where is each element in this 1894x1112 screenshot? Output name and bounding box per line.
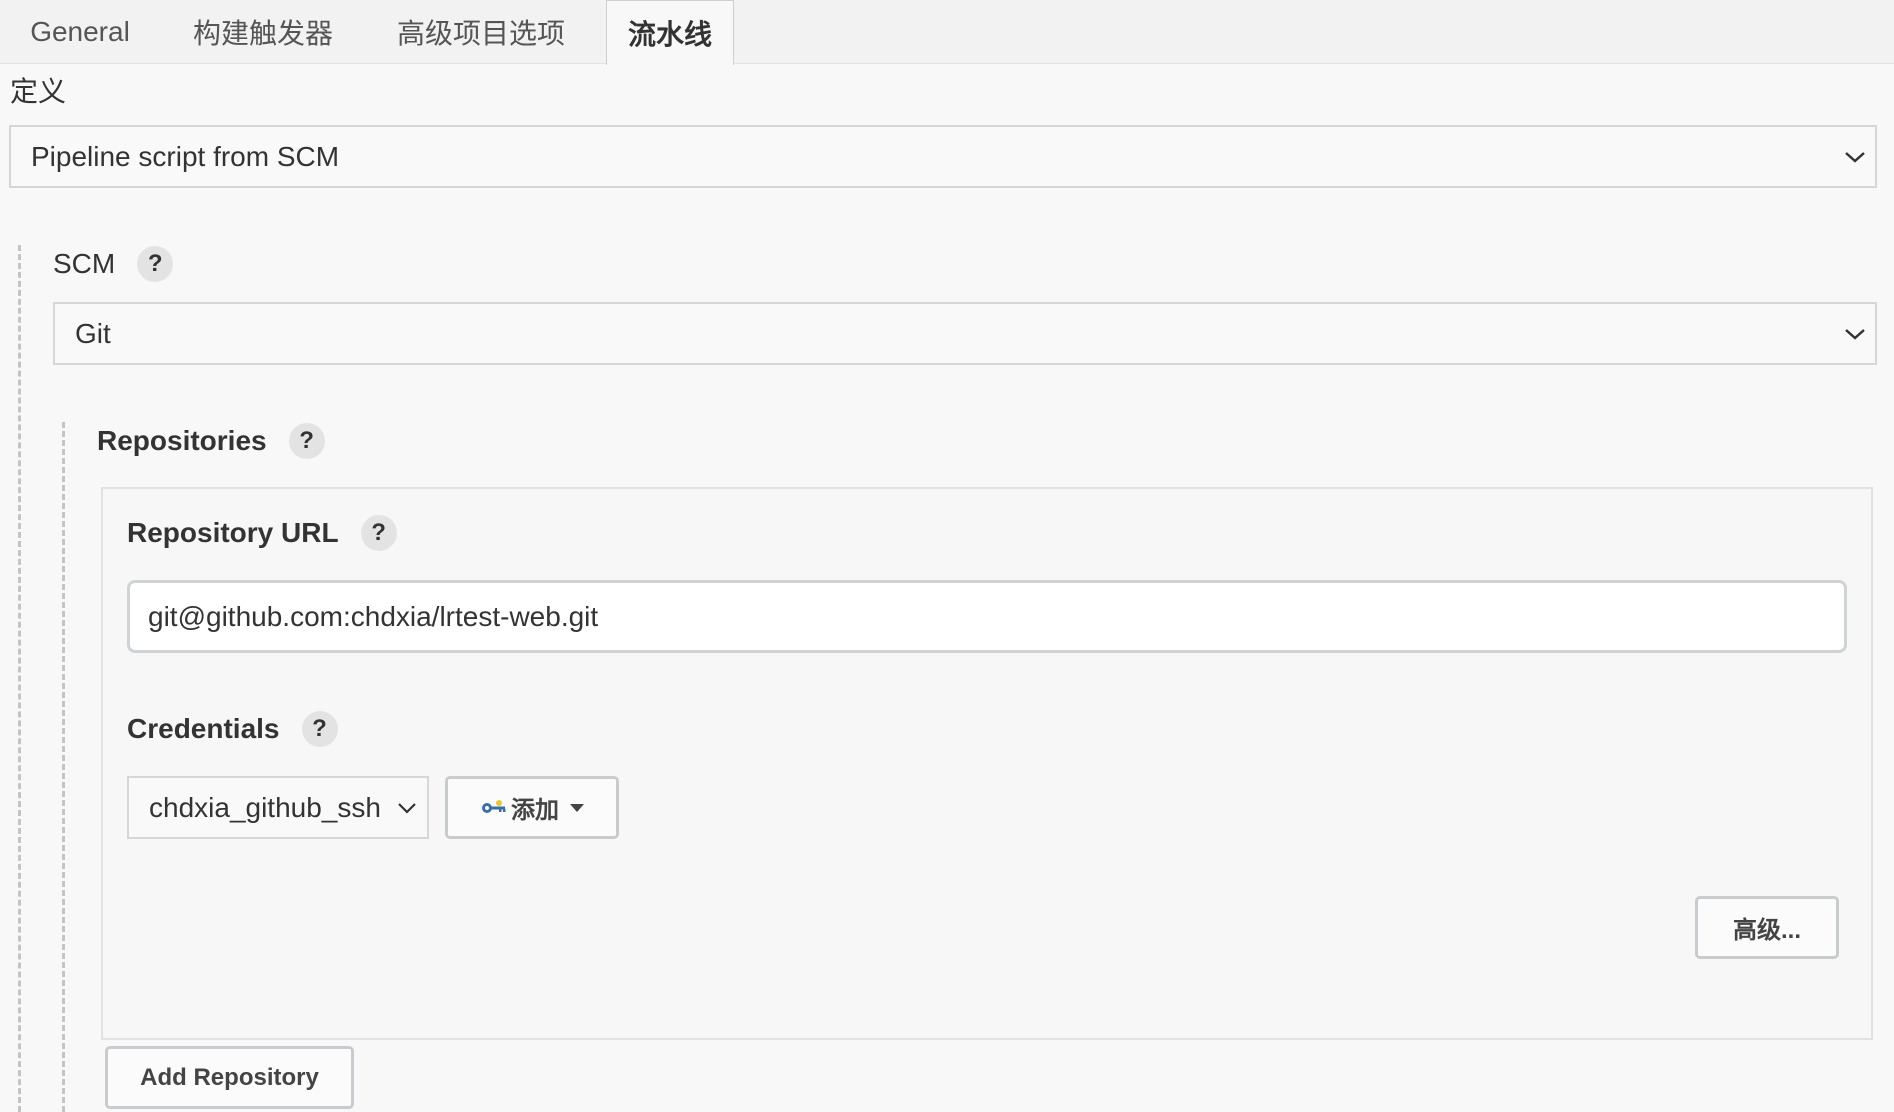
scm-label: SCM ? bbox=[53, 246, 174, 282]
repositories-section-guide bbox=[62, 422, 65, 1112]
add-credentials-button[interactable]: 添加 bbox=[445, 776, 619, 839]
repositories-label-text: Repositories bbox=[97, 425, 267, 456]
repositories-label: Repositories ? bbox=[97, 423, 325, 459]
scm-select-value: Git bbox=[75, 317, 111, 349]
tab-pipeline[interactable]: 流水线 bbox=[606, 0, 734, 65]
scm-section-guide bbox=[18, 245, 21, 1112]
tab-bar: General 构建触发器 高级项目选项 流水线 bbox=[0, 0, 1894, 65]
credentials-select[interactable]: chdxia_github_ssh bbox=[127, 776, 429, 839]
tab-advanced-project-options[interactable]: 高级项目选项 bbox=[388, 0, 574, 63]
chevron-down-icon bbox=[1835, 304, 1875, 363]
credentials-help-icon[interactable]: ? bbox=[301, 711, 338, 747]
caret-down-icon bbox=[569, 803, 585, 813]
definition-select-value: Pipeline script from SCM bbox=[31, 140, 340, 172]
repository-url-help-icon[interactable]: ? bbox=[360, 515, 397, 551]
definition-select[interactable]: Pipeline script from SCM bbox=[9, 125, 1877, 188]
pipeline-config-page: General 构建触发器 高级项目选项 流水线 定义 Pipeline scr… bbox=[0, 0, 1894, 1112]
scm-help-icon[interactable]: ? bbox=[137, 246, 174, 282]
add-repository-button[interactable]: Add Repository bbox=[105, 1046, 354, 1109]
chevron-down-icon bbox=[1835, 127, 1875, 186]
repository-url-label: Repository URL ? bbox=[127, 515, 397, 551]
credentials-label: Credentials ? bbox=[127, 711, 338, 747]
repositories-help-icon[interactable]: ? bbox=[288, 423, 325, 459]
tab-general[interactable]: General bbox=[12, 0, 148, 63]
scm-select[interactable]: Git bbox=[53, 302, 1877, 365]
key-icon bbox=[479, 798, 509, 818]
tab-build-triggers[interactable]: 构建触发器 bbox=[183, 0, 343, 63]
scm-label-text: SCM bbox=[53, 248, 116, 279]
repository-url-input[interactable]: git@github.com:chdxia/lrtest-web.git bbox=[127, 580, 1847, 653]
credentials-select-value: chdxia_github_ssh bbox=[149, 791, 381, 823]
repository-entry bbox=[101, 487, 1873, 1040]
repository-url-label-text: Repository URL bbox=[127, 517, 339, 548]
advanced-button[interactable]: 高级... bbox=[1695, 896, 1839, 959]
chevron-down-icon bbox=[387, 778, 427, 837]
definition-label: 定义 bbox=[10, 76, 67, 107]
credentials-label-text: Credentials bbox=[127, 713, 280, 744]
add-credentials-label: 添加 bbox=[511, 797, 559, 824]
